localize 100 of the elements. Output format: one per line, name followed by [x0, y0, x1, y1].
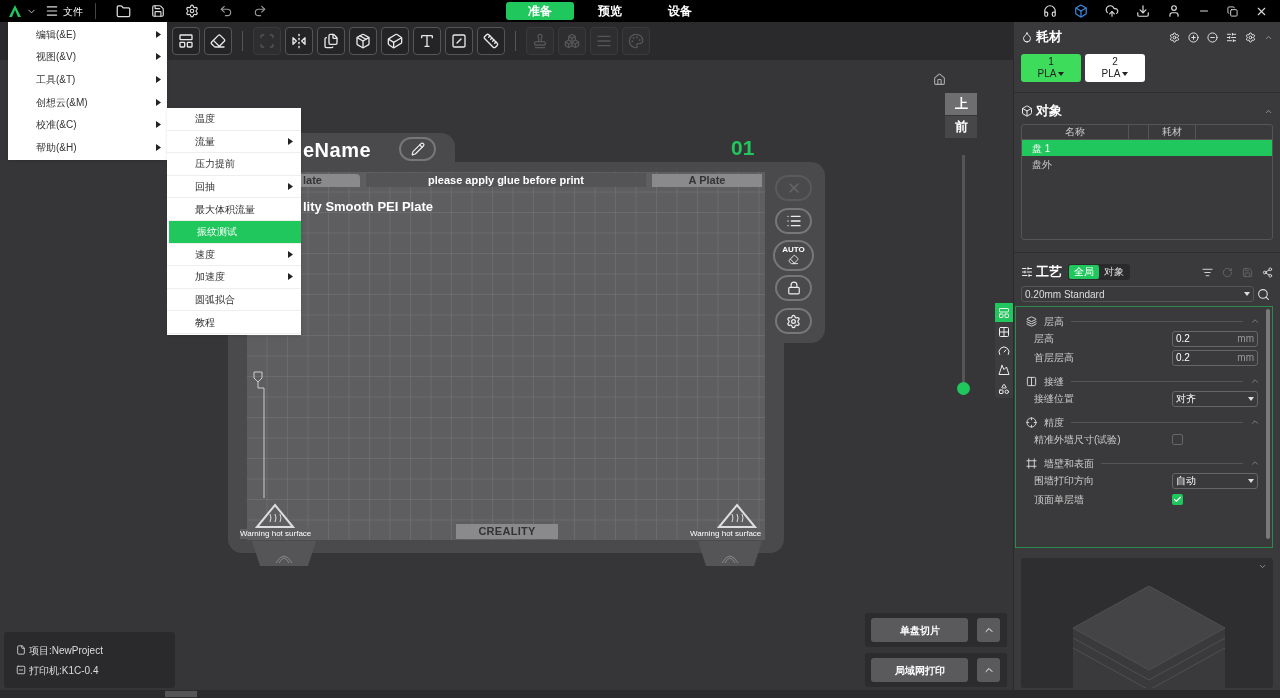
- file-icon: [16, 645, 26, 655]
- expand-button[interactable]: [977, 618, 1000, 642]
- list-button[interactable]: [775, 208, 812, 234]
- menu-item[interactable]: 圆弧拟合: [167, 288, 301, 312]
- tool-button[interactable]: [445, 27, 473, 55]
- warning-label: Warning hot surface: [690, 529, 762, 539]
- logo-icon[interactable]: [8, 4, 22, 18]
- folder-icon[interactable]: [116, 3, 131, 19]
- heat-warning-icon: [717, 503, 757, 529]
- scale-icon: [259, 33, 275, 49]
- user-icon[interactable]: [1167, 4, 1181, 18]
- number-field[interactable]: 0.2 mm: [1172, 330, 1258, 347]
- object-row[interactable]: 盘外: [1022, 156, 1272, 172]
- layer-slider-thumb[interactable]: [957, 382, 970, 395]
- warning-label: Warning hot surface: [240, 529, 312, 539]
- view-cube-front[interactable]: 前: [945, 116, 977, 138]
- tool-button[interactable]: [381, 27, 409, 55]
- scope-tab[interactable]: 对象: [1099, 265, 1129, 279]
- group-title: 精度: [1044, 415, 1064, 430]
- chevron-up-icon: [1250, 376, 1260, 386]
- menu-item[interactable]: 视图(&V): [8, 45, 167, 69]
- checkbox[interactable]: [1172, 434, 1183, 445]
- tool-button[interactable]: [285, 27, 313, 55]
- settings-icon[interactable]: [185, 4, 199, 18]
- section-title: 对象: [1036, 102, 1062, 121]
- chevron-up-icon: [1250, 458, 1260, 468]
- filament-slot[interactable]: 2 PLA: [1085, 54, 1145, 82]
- tool-button[interactable]: [204, 27, 232, 55]
- undo-icon[interactable]: [219, 4, 233, 18]
- tool-button[interactable]: [317, 27, 345, 55]
- column-header: 耗材: [1149, 125, 1196, 139]
- add-icon[interactable]: [1188, 31, 1199, 43]
- file-menu[interactable]: 文件: [63, 3, 83, 19]
- filament-slot[interactable]: 1 PLA: [1021, 54, 1081, 82]
- cube-icon: [387, 33, 403, 49]
- menu-item[interactable]: 加速度: [167, 266, 301, 289]
- project-label: 项目:NewProject: [29, 643, 103, 658]
- menu-item[interactable]: 速度: [167, 243, 301, 267]
- view-tab[interactable]: 设备: [646, 2, 714, 20]
- settings-icon[interactable]: [1245, 31, 1256, 43]
- printer-label: 打印机:K1C-0.4: [29, 663, 99, 678]
- slice-button[interactable]: 单盘切片: [871, 618, 968, 642]
- lock-button[interactable]: [775, 275, 812, 301]
- remove-icon[interactable]: [1207, 31, 1218, 43]
- heat-warning-icon: [255, 503, 295, 529]
- stamp-icon: [532, 33, 548, 49]
- tool-button[interactable]: [349, 27, 377, 55]
- menu-item[interactable]: 最大体积流量: [167, 198, 301, 221]
- menu-item[interactable]: 编辑(&E): [8, 23, 167, 46]
- view-cube-top[interactable]: 上: [945, 93, 977, 115]
- plate-tab-label: late: [303, 174, 322, 187]
- brand-label: CREALITY: [456, 524, 558, 539]
- menu-item[interactable]: 工具(&T): [8, 68, 167, 91]
- search-icon[interactable]: [1257, 287, 1270, 301]
- submenu-arrow-icon: [156, 98, 161, 106]
- checkbox[interactable]: [1172, 494, 1183, 505]
- menu-item[interactable]: 校准(&C): [8, 113, 167, 136]
- dropdown[interactable]: 对齐: [1172, 390, 1258, 407]
- tool-button[interactable]: [477, 27, 505, 55]
- list-icon[interactable]: [1202, 266, 1213, 278]
- caret-icon: [1122, 72, 1129, 76]
- view-tab[interactable]: 预览: [576, 2, 644, 20]
- menu-item[interactable]: 流量: [167, 130, 301, 154]
- upload-icon[interactable]: [1105, 4, 1119, 18]
- scrollbar-thumb[interactable]: [165, 691, 197, 697]
- tool-button[interactable]: [413, 27, 441, 55]
- share-icon[interactable]: [1262, 266, 1273, 278]
- caret-icon: [1058, 72, 1065, 76]
- dropdown[interactable]: 自动: [1172, 472, 1258, 489]
- menu-item[interactable]: 温度: [167, 108, 301, 131]
- layout-icon: [178, 33, 194, 49]
- headset-icon[interactable]: [1043, 4, 1057, 18]
- menu-icon[interactable]: [45, 4, 59, 18]
- download-icon[interactable]: [1136, 4, 1150, 18]
- menu-item[interactable]: 压力提前: [167, 153, 301, 176]
- preset-select[interactable]: 0.20mm Standard: [1021, 286, 1254, 302]
- group-title: 墙壁和表面: [1044, 456, 1094, 471]
- home-icon[interactable]: [933, 73, 946, 86]
- gear-icon: [786, 313, 801, 329]
- menu-item[interactable]: 教程: [167, 311, 301, 334]
- setting-label: 接缝位置: [1034, 392, 1074, 406]
- menu-item[interactable]: 创想云(&M): [8, 90, 167, 114]
- submenu-arrow-icon: [288, 137, 293, 145]
- edit-button[interactable]: [399, 137, 436, 161]
- cube-icon[interactable]: [1074, 4, 1088, 18]
- slice-button[interactable]: 局域网打印: [871, 658, 968, 682]
- menu-item[interactable]: 回抽: [167, 175, 301, 199]
- tool-button[interactable]: [172, 27, 200, 55]
- expand-button[interactable]: [977, 658, 1000, 682]
- list-icon: [785, 213, 802, 229]
- redo-icon[interactable]: [253, 4, 267, 18]
- sliders-icon[interactable]: [1226, 31, 1237, 43]
- frame-icon: [1026, 457, 1037, 469]
- settings-button[interactable]: [775, 308, 812, 334]
- collapse-icon[interactable]: [1258, 562, 1267, 571]
- auto-arrange-button[interactable]: AUTO: [773, 240, 814, 271]
- restore-icon[interactable]: [1227, 5, 1238, 17]
- number-field[interactable]: 0.2 mm: [1172, 349, 1258, 366]
- menu-item[interactable]: 帮助(&H): [8, 135, 167, 159]
- plate-number: 01: [731, 135, 755, 161]
